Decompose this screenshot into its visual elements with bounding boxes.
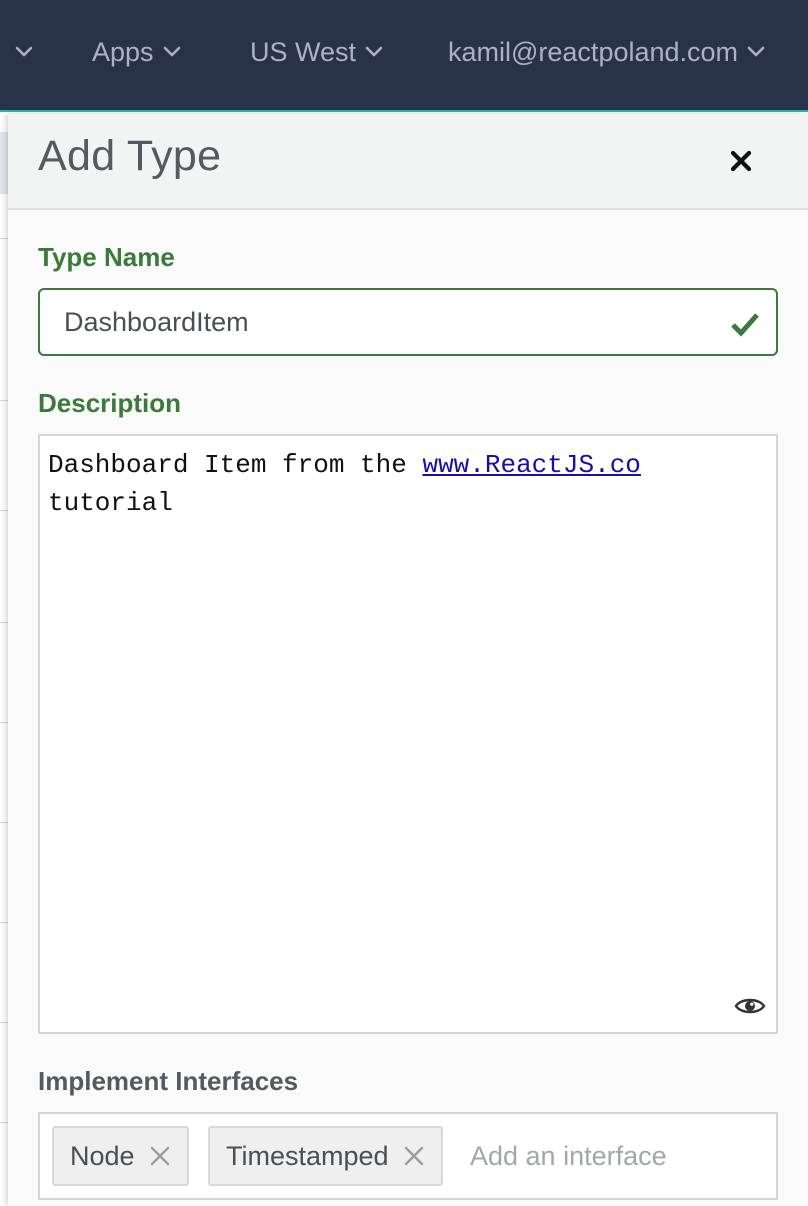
interfaces-tag-input: Node Timestamped [38, 1112, 778, 1200]
nav-dropdown-account[interactable]: kamil@reactpoland.com [448, 30, 766, 74]
nav-item-label: US West [250, 37, 357, 67]
chevron-down-icon [162, 42, 182, 62]
interface-tag-label: Node [70, 1140, 135, 1171]
description-text-part: tutorial [48, 488, 173, 518]
interface-tag-label: Timestamped [226, 1140, 389, 1171]
remove-tag-button[interactable] [149, 1145, 171, 1167]
close-icon [404, 1146, 423, 1166]
interface-tag: Timestamped [208, 1126, 443, 1186]
close-icon [150, 1146, 169, 1166]
drawer-header: Add Type [8, 114, 808, 210]
chevron-down-icon [746, 42, 766, 62]
eye-icon[interactable] [734, 994, 766, 1018]
remove-tag-button[interactable] [403, 1145, 425, 1167]
close-icon [730, 150, 752, 172]
checkmark-icon [730, 310, 760, 338]
description-textarea[interactable]: Dashboard Item from the www.ReactJS.co t… [38, 434, 778, 1034]
add-type-drawer: Add Type Type Name Description Dashboard… [8, 114, 808, 1206]
type-name-field [38, 288, 778, 356]
chevron-down-icon [364, 42, 384, 62]
top-nav-bar: Apps US West kamil@reactpoland.com [0, 0, 808, 112]
nav-dropdown-apps[interactable]: Apps [92, 30, 182, 74]
nav-dropdown-truncated[interactable] [6, 30, 34, 74]
description-link[interactable]: www.ReactJS.co [422, 450, 640, 480]
type-name-input[interactable] [64, 300, 704, 344]
type-name-label: Type Name [38, 242, 175, 272]
nav-item-label: kamil@reactpoland.com [448, 37, 739, 67]
nav-dropdown-region[interactable]: US West [250, 30, 384, 74]
description-text-part: Dashboard Item from the [48, 450, 423, 480]
nav-item-label: Apps [92, 37, 154, 67]
close-button[interactable] [728, 148, 754, 174]
add-interface-input[interactable] [470, 1136, 760, 1176]
drawer-title: Add Type [38, 132, 222, 180]
description-text[interactable]: Dashboard Item from the www.ReactJS.co t… [48, 446, 768, 522]
interface-tag: Node [52, 1126, 189, 1186]
chevron-down-icon [14, 42, 34, 62]
interfaces-label: Implement Interfaces [38, 1066, 299, 1096]
description-label: Description [38, 388, 182, 418]
